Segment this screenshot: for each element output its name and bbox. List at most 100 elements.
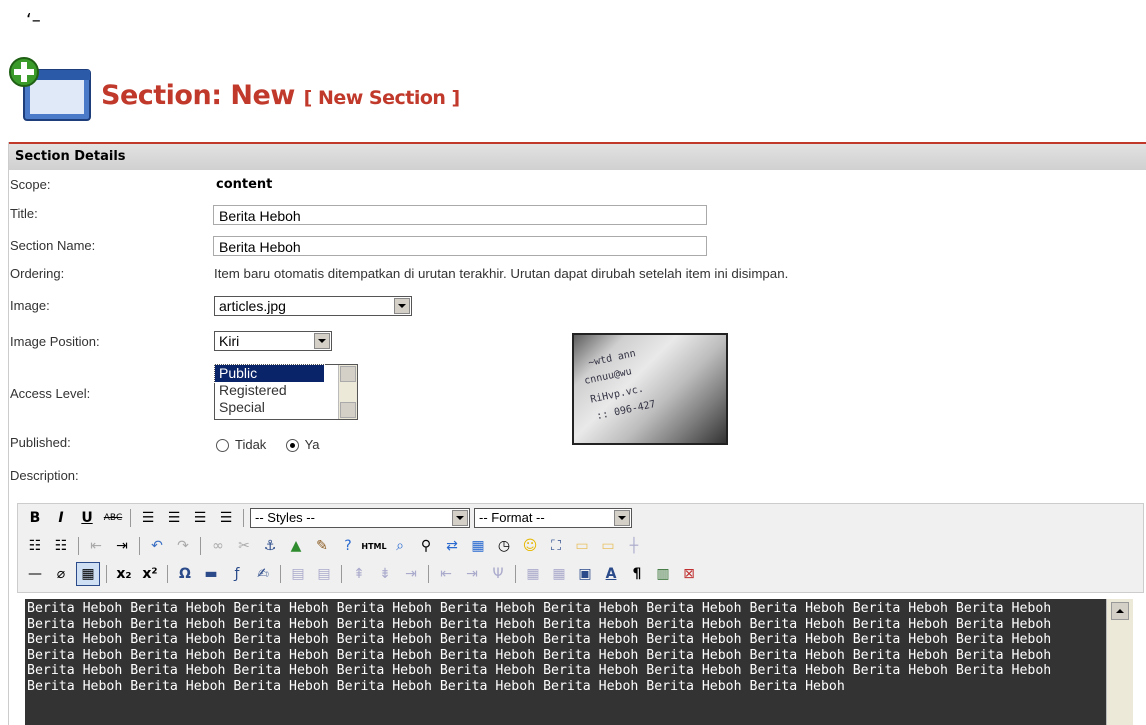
horizontal-rule-icon[interactable]: — bbox=[24, 563, 46, 585]
radio-tidak[interactable] bbox=[216, 439, 229, 453]
separator bbox=[341, 565, 342, 583]
bold-icon[interactable]: B bbox=[24, 507, 46, 529]
format-select[interactable]: -- Format -- bbox=[474, 508, 632, 528]
access-option-registered[interactable]: Registered bbox=[215, 382, 324, 399]
chevron-down-icon[interactable] bbox=[314, 333, 330, 349]
radio-ya[interactable] bbox=[285, 439, 299, 453]
table-icon[interactable]: ▤ bbox=[287, 563, 309, 585]
indent-icon[interactable]: ⇥ bbox=[111, 535, 133, 557]
page-break-icon[interactable]: ⊠ bbox=[678, 563, 700, 585]
strikethrough-icon[interactable]: ABC bbox=[102, 507, 124, 529]
access-option-public[interactable]: Public bbox=[214, 364, 325, 383]
separator bbox=[515, 565, 516, 583]
scroll-down-icon[interactable] bbox=[340, 402, 356, 418]
chevron-down-icon[interactable] bbox=[394, 298, 410, 314]
separator bbox=[139, 537, 140, 555]
align-center-icon[interactable]: ☰ bbox=[163, 507, 185, 529]
link-icon[interactable]: ∞ bbox=[207, 535, 229, 557]
layer-move-icon[interactable]: ▭ bbox=[597, 535, 619, 557]
numbered-list-icon[interactable]: ☷ bbox=[50, 535, 72, 557]
delete-col-icon[interactable]: Ψ bbox=[487, 563, 509, 585]
cleanup-icon[interactable]: ✎ bbox=[311, 535, 333, 557]
listbox-scrollbar[interactable] bbox=[338, 365, 357, 419]
font-color-icon[interactable]: A bbox=[600, 563, 622, 585]
split-cells-icon[interactable]: ▦ bbox=[522, 563, 544, 585]
published-radios: Tidak Ya bbox=[216, 437, 320, 453]
format-select-value: -- Format -- bbox=[479, 510, 545, 525]
section-name-input[interactable]: Berita Heboh bbox=[213, 236, 707, 256]
anchor-icon[interactable]: ⚓ bbox=[259, 535, 281, 557]
italic-icon[interactable]: I bbox=[50, 507, 72, 529]
table-props-icon[interactable]: ▤ bbox=[313, 563, 335, 585]
hr-insert-icon[interactable]: ▬ bbox=[200, 563, 222, 585]
layer-icon[interactable]: ▭ bbox=[571, 535, 593, 557]
radio-ya-label: Ya bbox=[304, 437, 320, 452]
row-before-icon[interactable]: ⇞ bbox=[348, 563, 370, 585]
unlink-icon[interactable]: ✂ bbox=[233, 535, 255, 557]
replace-icon[interactable]: ⇄ bbox=[441, 535, 463, 557]
subscript-icon[interactable]: x₂ bbox=[113, 563, 135, 585]
search-icon[interactable]: ⚲ bbox=[415, 535, 437, 557]
table-visual-aid-icon[interactable]: ▦ bbox=[76, 562, 100, 586]
help-icon[interactable]: ? bbox=[337, 535, 359, 557]
underline-icon[interactable]: U bbox=[76, 507, 98, 529]
bullet-list-icon[interactable]: ☷ bbox=[24, 535, 46, 557]
image-label: Image: bbox=[10, 298, 50, 313]
editor-toolbar: B I U ABC ☰ ☰ ☰ ☰ -- Styles -- -- Format… bbox=[17, 503, 1144, 593]
separator bbox=[106, 565, 107, 583]
undo-icon[interactable]: ↶ bbox=[146, 535, 168, 557]
published-label: Published: bbox=[10, 435, 71, 450]
align-right-icon[interactable]: ☰ bbox=[189, 507, 211, 529]
paragraph-icon[interactable]: ¶ bbox=[626, 563, 648, 585]
col-after-icon[interactable]: ⇥ bbox=[461, 563, 483, 585]
styles-select-value: -- Styles -- bbox=[255, 510, 315, 525]
scroll-up-icon[interactable] bbox=[340, 366, 356, 382]
chevron-down-icon[interactable] bbox=[614, 510, 630, 526]
access-level-listbox[interactable]: Public Registered Special bbox=[214, 364, 358, 420]
fullscreen-icon[interactable]: ⛶ bbox=[545, 535, 567, 557]
insert-time-icon[interactable]: ◷ bbox=[493, 535, 515, 557]
align-left-icon[interactable]: ☰ bbox=[137, 507, 159, 529]
preview-icon[interactable]: ⌕ bbox=[389, 535, 411, 557]
iframe-icon[interactable]: ▣ bbox=[574, 563, 596, 585]
scroll-up-icon[interactable] bbox=[1111, 602, 1129, 620]
scope-label: Scope: bbox=[10, 177, 51, 192]
section-name-label: Section Name: bbox=[10, 238, 96, 253]
redo-icon[interactable]: ↷ bbox=[172, 535, 194, 557]
editor-scrollbar[interactable] bbox=[1106, 599, 1133, 725]
chevron-down-icon[interactable] bbox=[452, 510, 468, 526]
insert-date-icon[interactable]: ▦ bbox=[467, 535, 489, 557]
title-label: Title: bbox=[10, 206, 38, 221]
image-position-select[interactable]: Kiri bbox=[214, 331, 332, 351]
image-position-label: Image Position: bbox=[10, 334, 100, 349]
top-mark: ‘– bbox=[26, 10, 41, 31]
page-title: Section: New [ New Section ] bbox=[101, 80, 460, 111]
description-editor[interactable]: Berita Heboh Berita Heboh Berita Heboh B… bbox=[25, 599, 1106, 725]
panel-heading: Section Details bbox=[9, 142, 1146, 170]
special-char-icon[interactable]: Ω bbox=[174, 563, 196, 585]
absolute-icon[interactable]: ┼ bbox=[623, 535, 645, 557]
emoticon-icon[interactable]: ☺ bbox=[519, 535, 541, 557]
access-option-special[interactable]: Special bbox=[215, 399, 324, 416]
image-icon[interactable]: ▲ bbox=[285, 535, 307, 557]
ordering-label: Ordering: bbox=[10, 266, 65, 281]
outdent-icon[interactable]: ⇤ bbox=[85, 535, 107, 557]
html-icon[interactable]: HTML bbox=[361, 535, 386, 557]
superscript-icon[interactable]: x² bbox=[139, 563, 161, 585]
styles-select[interactable]: -- Styles -- bbox=[250, 508, 470, 528]
remove-format-icon[interactable]: ⌀ bbox=[50, 563, 72, 585]
title-input[interactable]: Berita Heboh bbox=[213, 205, 707, 225]
edit-icon[interactable]: ✍ bbox=[252, 563, 274, 585]
delete-row-icon[interactable]: ⇥ bbox=[400, 563, 422, 585]
row-after-icon[interactable]: ⇟ bbox=[374, 563, 396, 585]
col-before-icon[interactable]: ⇤ bbox=[435, 563, 457, 585]
image-select[interactable]: articles.jpg bbox=[214, 296, 412, 316]
merge-cells-icon[interactable]: ▦ bbox=[548, 563, 570, 585]
flash-icon[interactable]: ƒ bbox=[226, 563, 248, 585]
media-icon[interactable]: ▥ bbox=[652, 563, 674, 585]
align-justify-icon[interactable]: ☰ bbox=[215, 507, 237, 529]
scope-value: content bbox=[216, 177, 273, 192]
page-subtitle: [ New Section ] bbox=[303, 87, 461, 109]
separator bbox=[428, 565, 429, 583]
page-header: Section: New [ New Section ] bbox=[8, 56, 1146, 128]
